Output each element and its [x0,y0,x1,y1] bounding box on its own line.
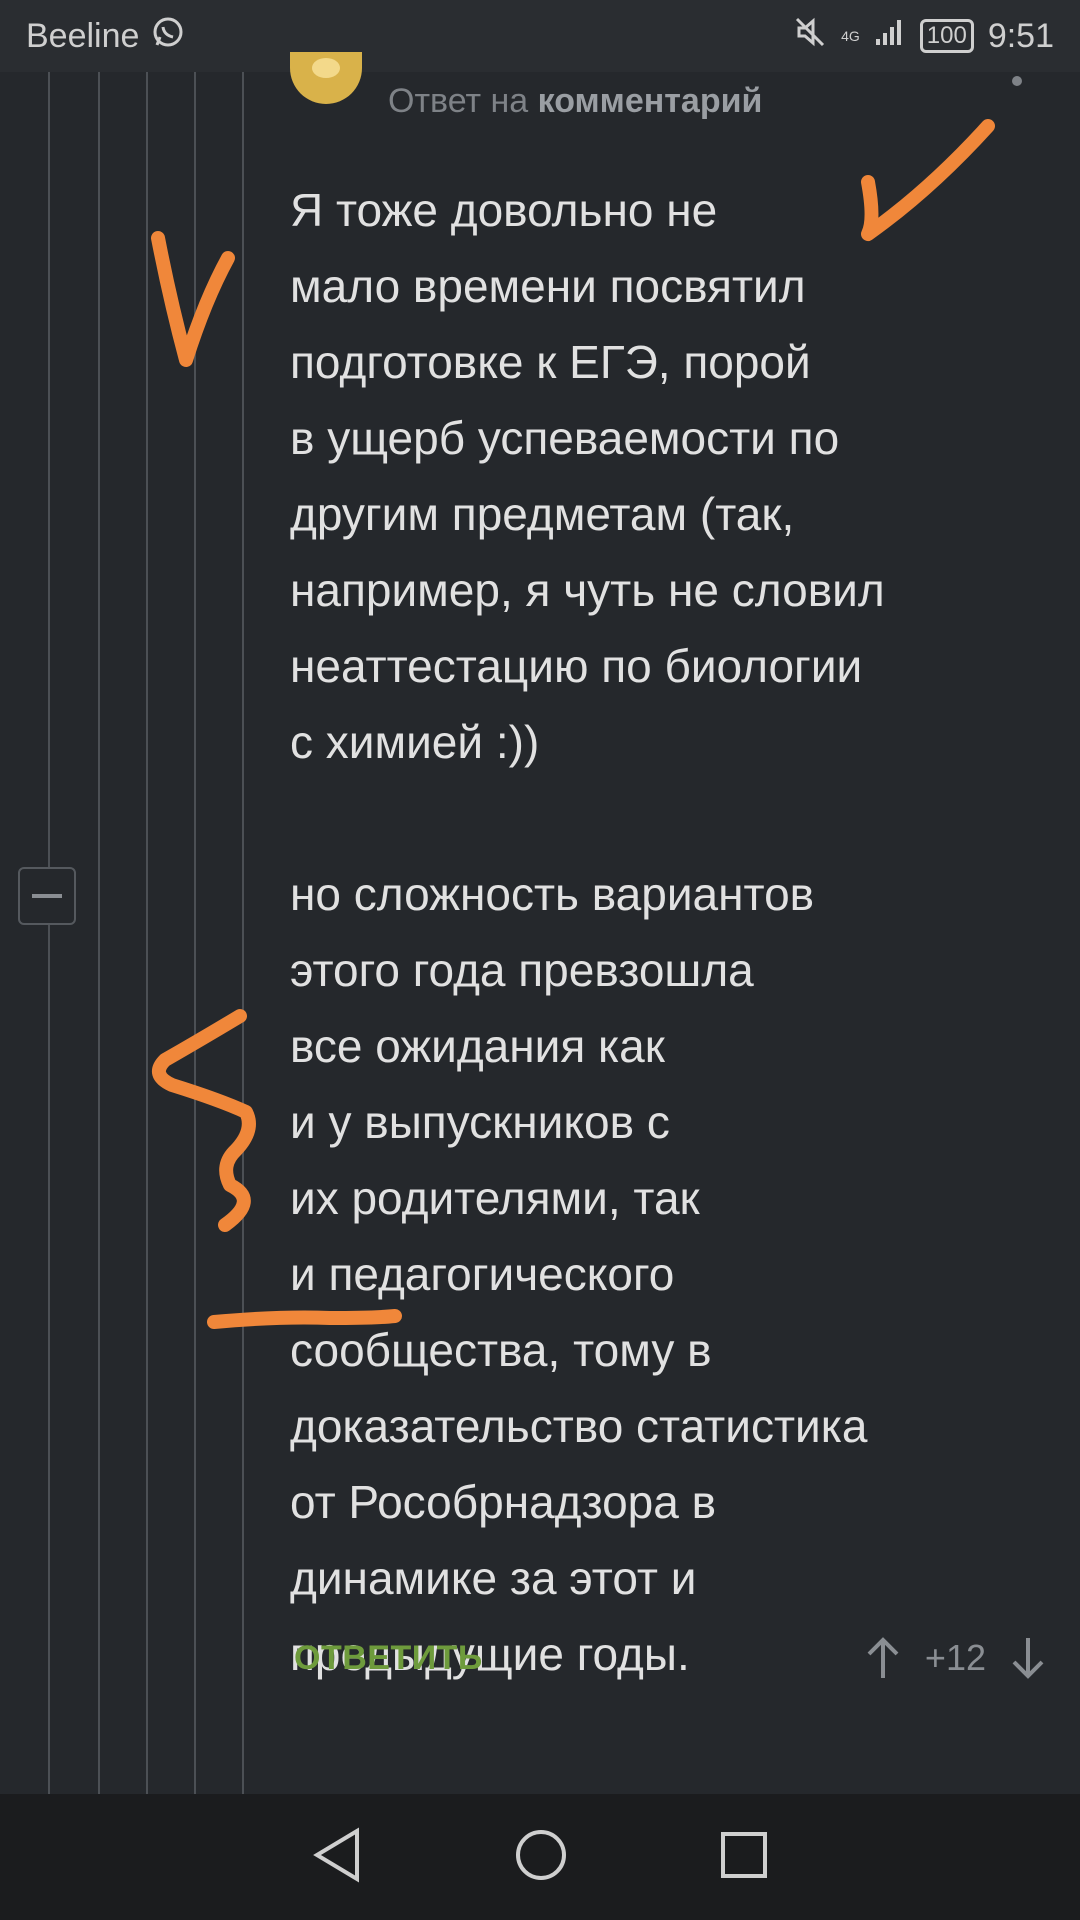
status-bar: Beeline 4G 100 9:51 [0,0,1080,72]
thread-line[interactable] [194,72,196,1794]
downvote-icon[interactable] [1010,1636,1046,1680]
reply-to-link[interactable]: Ответ на комментарий [388,82,762,121]
collapse-button[interactable] [18,867,76,925]
whatsapp-icon [151,15,185,58]
vote-controls: +12 [865,1636,1046,1680]
collapse-icon [32,894,62,898]
avatar[interactable] [290,52,362,104]
back-icon[interactable] [311,1826,363,1888]
thread-line[interactable] [146,72,148,1794]
upvote-icon[interactable] [865,1636,901,1680]
recents-icon[interactable] [719,1830,769,1885]
thread-line[interactable] [98,72,100,1794]
rating-value: +12 [924,1637,986,1678]
reply-prefix: Ответ на [388,82,529,120]
mute-icon [793,15,827,58]
status-left: Beeline [26,15,185,58]
comment-footer: ОТВЕТИТЬ +12 [294,1628,1046,1688]
comment-thread: Ответ на комментарий Я тоже довольно не … [0,52,1080,1794]
thread-line[interactable] [48,72,50,1794]
clock: 9:51 [987,16,1054,55]
home-icon[interactable] [513,1827,569,1888]
reply-button[interactable]: ОТВЕТИТЬ [294,1639,483,1678]
thread-line[interactable] [242,72,244,1794]
comment-paragraph-1: Я тоже довольно не мало времени посвятил… [290,184,885,768]
battery-level: 100 [926,22,967,49]
reply-target: комментарий [537,82,763,120]
network-type: 4G [841,28,860,44]
network-type-label: 4G [841,29,860,43]
battery-icon: 100 [919,19,974,53]
carrier-label: Beeline [26,16,140,55]
status-right: 4G 100 9:51 [793,15,1054,58]
signal-icon [874,17,906,56]
more-icon[interactable] [1012,76,1022,86]
comment-body: Я тоже довольно не мало времени посвятил… [290,172,1030,1692]
comment-paragraph-2: но сложность вариантов этого года превзо… [290,868,868,1680]
navigation-bar [0,1794,1080,1920]
